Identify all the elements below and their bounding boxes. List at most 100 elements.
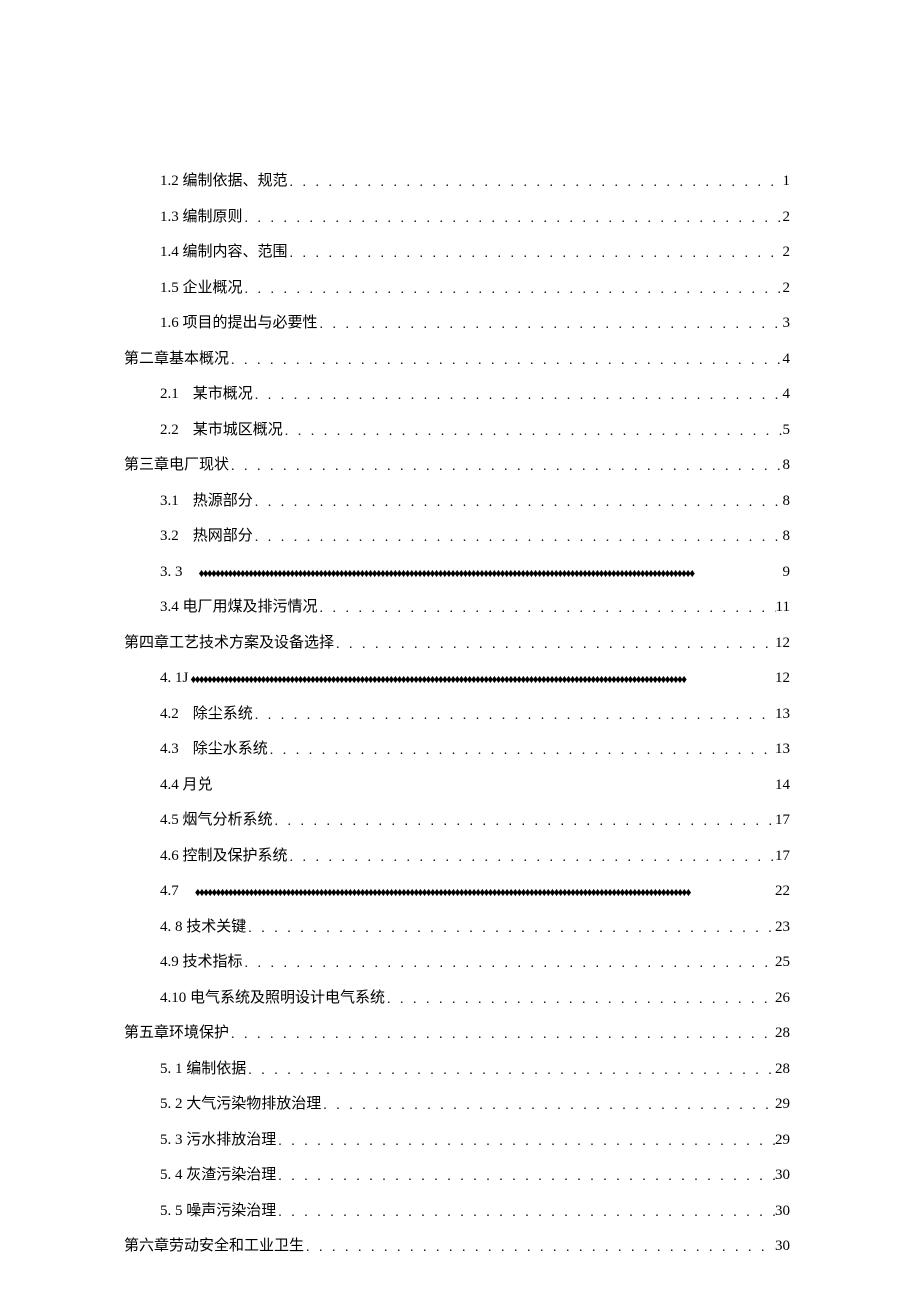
- toc-leader: . . . . . . . . . . . . . . . . . . . . …: [318, 314, 783, 335]
- toc-label: 第三章电厂现状: [124, 454, 229, 477]
- toc-entry: 1.5 企业概况. . . . . . . . . . . . . . . . …: [124, 277, 790, 300]
- toc-title: 某市城区概况: [193, 422, 283, 438]
- toc-leader: . . . . . . . . . . . . . . . . . . . . …: [288, 847, 775, 868]
- toc-leader: . . . . . . . . . . . . . . . . . . . . …: [385, 989, 775, 1010]
- toc-label: 4.2除尘系统: [160, 703, 253, 726]
- toc-page-number: 5: [783, 419, 791, 442]
- toc-prefix: 4.7: [160, 883, 179, 899]
- toc-label: 1.2 编制依据、规范: [160, 170, 288, 193]
- toc-entry: 4.2除尘系统. . . . . . . . . . . . . . . . .…: [124, 703, 790, 726]
- toc-entry: 1.6 项目的提出与必要性. . . . . . . . . . . . . .…: [124, 312, 790, 335]
- toc-leader: . . . . . . . . . . . . . . . . . . . . …: [268, 740, 775, 761]
- toc-label: 第五章环境保护: [124, 1022, 229, 1045]
- toc-entry: 第四章工艺技术方案及设备选择. . . . . . . . . . . . . …: [124, 632, 790, 655]
- toc-leader: . . . . . . . . . . . . . . . . . . . . …: [246, 1060, 775, 1081]
- toc-label: 4.7: [160, 880, 193, 903]
- toc-entry: 2.2某市城区概况. . . . . . . . . . . . . . . .…: [124, 419, 790, 442]
- toc-page-number: 26: [775, 987, 790, 1010]
- toc-label: 2.1某市概况: [160, 383, 253, 406]
- toc-page-number: 29: [775, 1129, 790, 1152]
- toc-entry: 第六章劳动安全和工业卫生. . . . . . . . . . . . . . …: [124, 1235, 790, 1258]
- toc-entry: 5. 1 编制依据. . . . . . . . . . . . . . . .…: [124, 1058, 790, 1081]
- toc-label: 4.5 烟气分析系统: [160, 809, 273, 832]
- toc-label: 2.2 某市城区概况: [160, 419, 283, 442]
- toc-entry: 3.1热源部分. . . . . . . . . . . . . . . . .…: [124, 490, 790, 513]
- toc-leader: ♦♦♦♦♦♦♦♦♦♦♦♦♦♦♦♦♦♦♦♦♦♦♦♦♦♦♦♦♦♦♦♦♦♦♦♦♦♦♦♦…: [197, 564, 783, 582]
- toc-label: 5. 3 污水排放治理: [160, 1129, 276, 1152]
- toc-label: 5. 5 噪声污染治理: [160, 1200, 276, 1223]
- toc-label: 4. 8 技术关键: [160, 916, 246, 939]
- toc-page-number: 22: [775, 880, 790, 903]
- toc-leader: . . . . . . . . . . . . . . . . . . . . …: [246, 918, 775, 939]
- toc-page-number: 8: [783, 490, 791, 513]
- toc-entry: 3.4 电厂用煤及排污情况. . . . . . . . . . . . . .…: [124, 596, 790, 619]
- toc-leader: . . . . . . . . . . . . . . . . . . . . …: [273, 811, 775, 832]
- toc-page-number: 14: [775, 774, 790, 797]
- toc-entry: 4.3除尘水系统. . . . . . . . . . . . . . . . …: [124, 738, 790, 761]
- toc-leader: . . . . . . . . . . . . . . . . . . . . …: [243, 208, 783, 229]
- toc-entry: 1.4 编制内容、范围. . . . . . . . . . . . . . .…: [124, 241, 790, 264]
- toc-leader: . . . . . . . . . . . . . . . . . . . . …: [243, 279, 783, 300]
- toc-label: 5. 2 大气污染物排放治理: [160, 1093, 321, 1116]
- toc-page-number: 30: [775, 1235, 790, 1258]
- toc-entry: 5. 3 污水排放治理. . . . . . . . . . . . . . .…: [124, 1129, 790, 1152]
- toc-title: 热网部分: [193, 528, 253, 544]
- toc-page-number: 13: [775, 738, 790, 761]
- toc-page-number: 8: [783, 454, 791, 477]
- toc-label: 5. 1 编制依据: [160, 1058, 246, 1081]
- toc-entry: 3.2 热网部分. . . . . . . . . . . . . . . . .…: [124, 525, 790, 548]
- toc-page-number: 30: [775, 1200, 790, 1223]
- toc-prefix: 2.2: [160, 422, 179, 438]
- toc-page-number: 4: [783, 348, 791, 371]
- toc-page-number: 2: [783, 206, 791, 229]
- toc-prefix: 3. 3: [160, 564, 183, 580]
- toc-prefix: 4.3: [160, 741, 179, 757]
- toc-prefix: 2.1: [160, 386, 179, 402]
- toc-leader: . . . . . . . . . . . . . . . . . . . . …: [253, 527, 783, 548]
- toc-page-number: 29: [775, 1093, 790, 1116]
- toc-page-number: 9: [783, 561, 791, 584]
- toc-label: 4. 1J: [160, 667, 188, 690]
- toc-entry: 4. 8 技术关键. . . . . . . . . . . . . . . .…: [124, 916, 790, 939]
- toc-label: 1.3 编制原则: [160, 206, 243, 229]
- toc-page-number: 1: [783, 170, 791, 193]
- toc-page-number: 12: [775, 632, 790, 655]
- toc-entry: 4.7♦♦♦♦♦♦♦♦♦♦♦♦♦♦♦♦♦♦♦♦♦♦♦♦♦♦♦♦♦♦♦♦♦♦♦♦♦…: [124, 880, 790, 903]
- toc-page-number: 25: [775, 951, 790, 974]
- toc-leader: . . . . . . . . . . . . . . . . . . . . …: [304, 1237, 775, 1258]
- toc-page-number: 3: [783, 312, 791, 335]
- toc-label: 1.6 项目的提出与必要性: [160, 312, 318, 335]
- toc-page-number: 28: [775, 1058, 790, 1081]
- toc-page-number: 2: [783, 277, 791, 300]
- toc-label: 3.1热源部分: [160, 490, 253, 513]
- toc-leader: . . . . . . . . . . . . . . . . . . . . …: [253, 492, 783, 513]
- toc-page-number: 30: [775, 1164, 790, 1187]
- toc-page-number: 12: [775, 667, 790, 690]
- toc-label: 3.4 电厂用煤及排污情况: [160, 596, 318, 619]
- table-of-contents: 1.2 编制依据、规范 . . . . . . . . . . . . . . .…: [124, 170, 790, 1258]
- toc-page-number: 2: [783, 241, 791, 264]
- toc-page-number: 17: [775, 845, 790, 868]
- toc-entry: 第五章环境保护. . . . . . . . . . . . . . . . .…: [124, 1022, 790, 1045]
- toc-entry: 4.9 技术指标. . . . . . . . . . . . . . . . …: [124, 951, 790, 974]
- toc-entry: 3. 3 ♦♦♦♦♦♦♦♦♦♦♦♦♦♦♦♦♦♦♦♦♦♦♦♦♦♦♦♦♦♦♦♦♦♦♦♦…: [124, 561, 790, 584]
- toc-leader: . . . . . . . . . . . . . . . . . . . . …: [229, 350, 782, 371]
- toc-prefix: 3.2: [160, 528, 179, 544]
- toc-label: 3.2 热网部分: [160, 525, 253, 548]
- toc-leader: ♦♦♦♦♦♦♦♦♦♦♦♦♦♦♦♦♦♦♦♦♦♦♦♦♦♦♦♦♦♦♦♦♦♦♦♦♦♦♦♦…: [188, 670, 775, 688]
- toc-leader: . . . . . . . . . . . . . . . . . . . . …: [229, 456, 782, 477]
- toc-page-number: 11: [776, 596, 790, 619]
- toc-page-number: 4: [783, 383, 791, 406]
- toc-label: 4.10 电气系统及照明设计电气系统: [160, 987, 385, 1010]
- toc-entry: 1.3 编制原则. . . . . . . . . . . . . . . . …: [124, 206, 790, 229]
- toc-label: 5. 4 灰渣污染治理: [160, 1164, 276, 1187]
- toc-leader: . . . . . . . . . . . . . . . . . . . . …: [276, 1202, 775, 1223]
- toc-page-number: 8: [783, 525, 791, 548]
- toc-label: 4.9 技术指标: [160, 951, 243, 974]
- toc-leader: . . . . . . . . . . . . . . . . . . . . …: [229, 1024, 775, 1045]
- toc-entry: 5. 4 灰渣污染治理. . . . . . . . . . . . . . .…: [124, 1164, 790, 1187]
- toc-label: 1.5 企业概况: [160, 277, 243, 300]
- toc-page-number: 23: [775, 916, 790, 939]
- toc-title: 除尘系统: [193, 706, 253, 722]
- toc-entry: 5. 2 大气污染物排放治理. . . . . . . . . . . . . …: [124, 1093, 790, 1116]
